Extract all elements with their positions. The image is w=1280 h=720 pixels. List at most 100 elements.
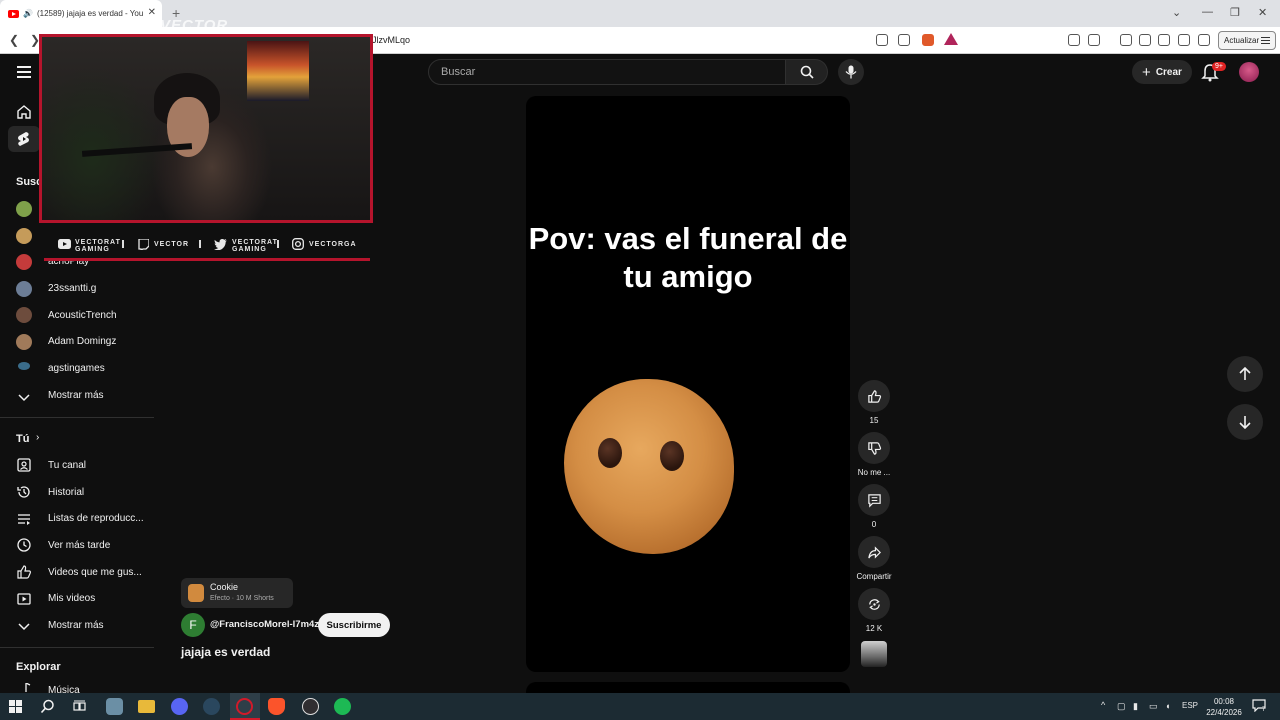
- share-button[interactable]: [858, 536, 890, 568]
- channel-avatar[interactable]: [16, 228, 32, 244]
- music-icon[interactable]: [1120, 34, 1132, 46]
- network-icon[interactable]: ▭: [1149, 701, 1158, 712]
- my-videos-icon[interactable]: [16, 591, 32, 607]
- extensions-icon[interactable]: [1068, 34, 1080, 46]
- url-field[interactable]: JlzvMLqo: [372, 35, 410, 45]
- file-explorer-icon[interactable]: [138, 700, 155, 713]
- language-indicator[interactable]: ESP: [1182, 701, 1198, 710]
- microphone-icon: [845, 65, 857, 79]
- channel-avatar[interactable]: [18, 362, 30, 370]
- channel-avatar[interactable]: [16, 254, 32, 270]
- windows-start-icon[interactable]: [9, 700, 22, 713]
- shorts-player[interactable]: Pov: vas el funeral de tu amigo: [526, 96, 850, 672]
- home-icon[interactable]: [16, 104, 32, 120]
- steam-icon[interactable]: [203, 698, 220, 715]
- microphone-arm: [81, 143, 193, 157]
- mic-tray-icon[interactable]: ▮: [1133, 701, 1138, 712]
- separator: [122, 240, 124, 248]
- channel-avatar[interactable]: F: [181, 613, 205, 637]
- channel-icon[interactable]: [16, 457, 32, 473]
- vpn-icon[interactable]: [1198, 34, 1210, 46]
- liked-icon[interactable]: [16, 564, 32, 580]
- guide-menu-icon[interactable]: [17, 66, 31, 78]
- arrow-down-icon: [1239, 416, 1251, 429]
- window-close-icon[interactable]: ✕: [1258, 6, 1267, 19]
- channel-avatar[interactable]: [16, 281, 32, 297]
- social-handle: VECTORAT GAMING: [232, 239, 278, 253]
- volume-icon[interactable]: ◖: [1165, 701, 1170, 711]
- create-button[interactable]: + Crear: [1132, 60, 1192, 84]
- history-icon[interactable]: [16, 484, 32, 500]
- channel-avatar[interactable]: [16, 201, 32, 217]
- you-heading[interactable]: Tú: [16, 433, 29, 445]
- spotify-icon[interactable]: [334, 698, 351, 715]
- speaker-icon: 🔊: [23, 9, 33, 18]
- show-more-you[interactable]: Mostrar más: [48, 620, 104, 631]
- effect-chip[interactable]: Cookie Efecto · 10 M Shorts: [181, 578, 293, 608]
- sidebar-item-playlists[interactable]: Listas de reproducc...: [48, 513, 144, 524]
- sidebar-divider: [0, 647, 154, 648]
- search-button[interactable]: [786, 59, 828, 85]
- channel-handle[interactable]: @FranciscoMorel-l7m4z: [210, 619, 319, 630]
- search-icon: [800, 65, 814, 79]
- watch-later-icon[interactable]: [16, 537, 32, 553]
- tray-overflow-icon[interactable]: ^: [1101, 700, 1105, 710]
- update-button[interactable]: Actualizar: [1218, 31, 1276, 50]
- social-links-bar: VECTORAT GAMING VECTOR VECTORAT GAMING V…: [44, 233, 370, 261]
- chevron-down-icon[interactable]: [16, 389, 32, 405]
- tab-title: (12589) jajaja es verdad - You: [36, 9, 144, 18]
- browser-menu-icon[interactable]: [1261, 37, 1270, 44]
- channel-name[interactable]: AcousticTrench: [48, 310, 117, 321]
- tab-search-chevron-icon[interactable]: ⌄: [1172, 6, 1181, 19]
- sidebar-item-your-channel[interactable]: Tu canal: [48, 460, 86, 471]
- browser-tab[interactable]: 🔊 (12589) jajaja es verdad - You ✕: [0, 0, 162, 27]
- obs-icon[interactable]: [302, 698, 319, 715]
- brave-rewards-icon[interactable]: [944, 33, 958, 45]
- task-view-icon[interactable]: [73, 700, 86, 713]
- discord-icon[interactable]: [171, 698, 188, 715]
- streamer-logo: VECTOR: [160, 17, 229, 34]
- sidebar-item-watch-later[interactable]: Ver más tarde: [48, 540, 110, 551]
- comments-button[interactable]: [858, 484, 890, 516]
- next-short-button[interactable]: [1227, 404, 1263, 440]
- taskbar-search-icon[interactable]: [40, 699, 55, 714]
- sidebar-item-history[interactable]: Historial: [48, 487, 84, 498]
- device-icon[interactable]: ▢: [1117, 701, 1126, 712]
- like-button[interactable]: [858, 380, 890, 412]
- voice-search-button[interactable]: [838, 59, 864, 85]
- split-view-icon[interactable]: [1139, 34, 1151, 46]
- sidebar-item-liked-videos[interactable]: Videos que me gus...: [48, 567, 142, 578]
- restore-icon[interactable]: ❐: [1230, 6, 1240, 19]
- dislike-button[interactable]: [858, 432, 890, 464]
- channel-avatar[interactable]: [16, 334, 32, 350]
- brave-icon[interactable]: [268, 698, 285, 715]
- channel-name[interactable]: agstingames: [48, 363, 105, 374]
- tab-close-icon[interactable]: ✕: [148, 7, 156, 18]
- playlists-icon[interactable]: [16, 511, 32, 527]
- brave-shields-icon[interactable]: [922, 34, 934, 46]
- opera-icon[interactable]: [236, 698, 253, 715]
- search-input[interactable]: Buscar: [428, 59, 786, 85]
- minimize-icon[interactable]: —: [1202, 6, 1213, 18]
- channel-name[interactable]: 23ssantti.g: [48, 283, 96, 294]
- back-icon[interactable]: ❮: [9, 33, 19, 47]
- account-avatar[interactable]: [1239, 62, 1259, 82]
- file-manager-icon[interactable]: [106, 698, 123, 715]
- leo-ai-icon[interactable]: [1178, 34, 1190, 46]
- subscribe-button[interactable]: Suscribirme: [318, 613, 390, 637]
- channel-name[interactable]: Adam Domingz: [48, 336, 116, 347]
- sidebar-toggle-icon[interactable]: [1088, 34, 1100, 46]
- sound-thumbnail[interactable]: [861, 641, 887, 667]
- wallet-icon[interactable]: [1158, 34, 1170, 46]
- share-page-icon[interactable]: [898, 34, 910, 46]
- music-note-icon[interactable]: [16, 683, 32, 693]
- chevron-down-icon[interactable]: [16, 618, 32, 634]
- sidebar-item-my-videos[interactable]: Mis videos: [48, 593, 95, 604]
- channel-avatar[interactable]: [16, 307, 32, 323]
- remix-button[interactable]: [858, 588, 890, 620]
- install-icon[interactable]: [876, 34, 888, 46]
- show-more-subscriptions[interactable]: Mostrar más: [48, 390, 104, 401]
- previous-short-button[interactable]: [1227, 356, 1263, 392]
- system-clock[interactable]: 00:08 22/4/2026: [1200, 696, 1248, 718]
- chevron-right-icon[interactable]: ›: [36, 432, 39, 443]
